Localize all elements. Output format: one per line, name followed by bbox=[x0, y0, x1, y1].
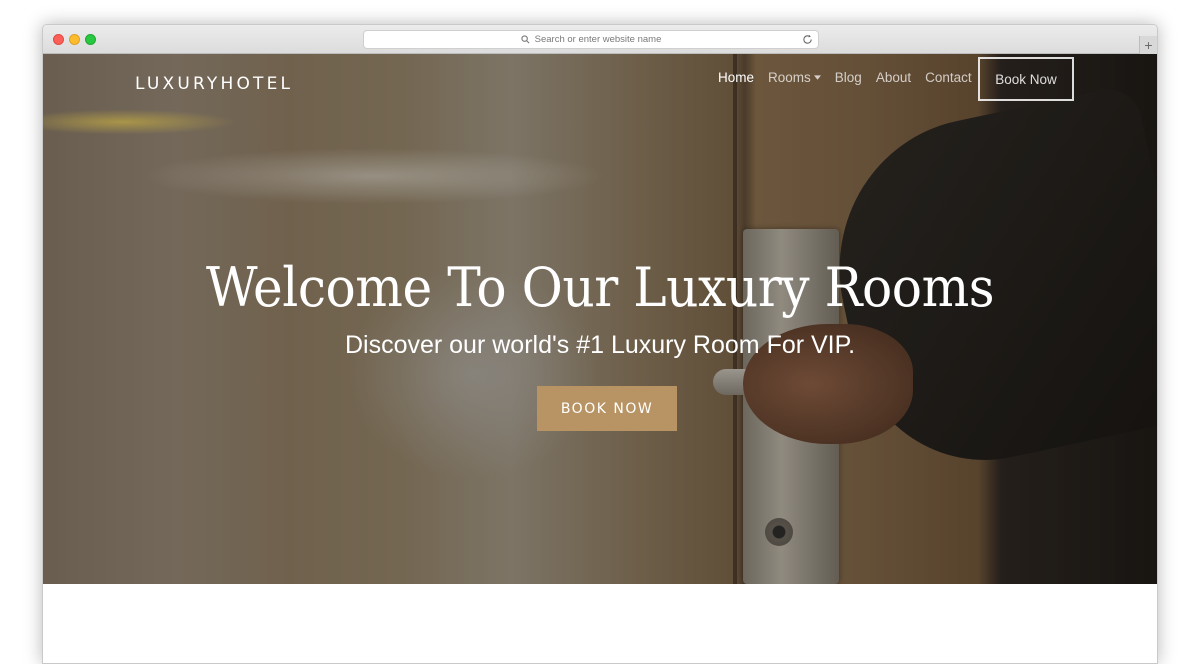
nav-item-about[interactable]: About bbox=[876, 70, 911, 85]
nav-item-blog[interactable]: Blog bbox=[835, 70, 862, 85]
address-bar-placeholder: Search or enter website name bbox=[534, 34, 662, 45]
browser-window: Search or enter website name + LUXURYHOT… bbox=[42, 24, 1158, 664]
close-window-button[interactable] bbox=[53, 34, 64, 45]
minimize-window-button[interactable] bbox=[69, 34, 80, 45]
reload-icon[interactable] bbox=[802, 34, 813, 45]
main-menu: Home Rooms Blog About Contact bbox=[718, 70, 972, 85]
browser-toolbar: Search or enter website name + bbox=[43, 25, 1157, 54]
book-now-nav-button[interactable]: Book Now bbox=[978, 57, 1074, 101]
site-logo[interactable]: LUXURYHOTEL bbox=[135, 74, 293, 94]
new-tab-button[interactable]: + bbox=[1139, 36, 1157, 54]
hero-overlay bbox=[43, 54, 1157, 584]
hero-subtitle: Discover our world's #1 Luxury Room For … bbox=[344, 331, 856, 359]
maximize-window-button[interactable] bbox=[85, 34, 96, 45]
nav-item-home[interactable]: Home bbox=[718, 70, 754, 85]
chevron-down-icon bbox=[813, 75, 821, 80]
site-navbar: LUXURYHOTEL Home Rooms Blog About Contac… bbox=[43, 54, 1157, 104]
book-now-cta-button[interactable]: BOOK NOW bbox=[537, 386, 677, 431]
nav-item-rooms-label: Rooms bbox=[768, 70, 811, 85]
hero-title: Welcome To Our Luxury Rooms bbox=[205, 256, 995, 319]
nav-item-contact[interactable]: Contact bbox=[925, 70, 972, 85]
address-bar[interactable]: Search or enter website name bbox=[363, 30, 819, 49]
nav-item-rooms[interactable]: Rooms bbox=[768, 70, 821, 85]
content-area bbox=[43, 584, 1157, 663]
search-icon bbox=[520, 35, 530, 44]
hero-section: LUXURYHOTEL Home Rooms Blog About Contac… bbox=[43, 54, 1157, 584]
